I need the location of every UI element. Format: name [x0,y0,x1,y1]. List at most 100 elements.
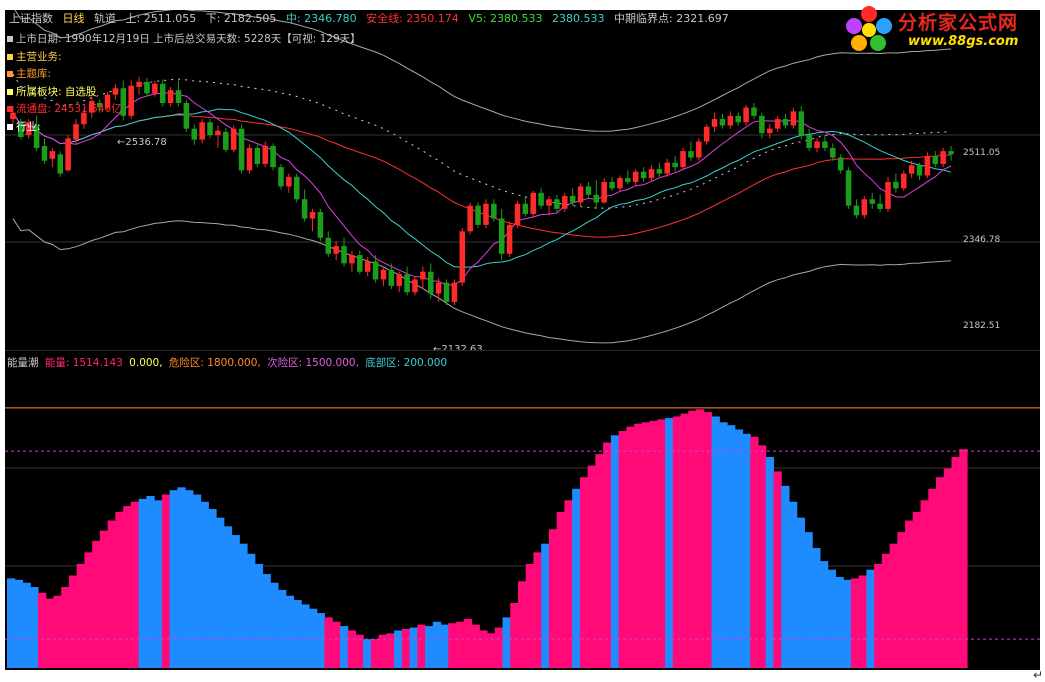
energy-bar [7,578,16,668]
candle-body [680,151,686,168]
energy-bar [943,468,953,668]
axis-value-label: 2346.78 [963,235,1000,245]
energy-bar [757,445,767,668]
energy-bar [301,604,310,668]
axis-value-label: 2182.51 [963,321,1000,331]
candle-body [357,255,363,272]
candle-body [672,162,678,168]
v5-value: V5: 2380.533 [468,12,543,25]
energy-bar [146,495,155,668]
danger-value: 危险区: 1800.000, [168,357,261,369]
energy-bar [185,490,194,668]
candle-body [293,176,300,200]
energy-bar [796,517,806,668]
energy-bar [819,561,829,668]
candle-body [341,246,347,264]
energy-bar [587,465,596,668]
energy-bar [68,575,78,668]
candle-body [112,88,119,95]
candle-body [940,151,946,164]
candle-body [301,199,308,219]
candle-body [632,171,639,182]
period-label[interactable]: 日线 [63,12,85,25]
candle-body [617,178,623,189]
energy-bar [897,532,906,668]
energy-bar [339,626,349,668]
energy-bar [115,511,124,668]
energy-bar [130,501,140,668]
candle-body [538,192,544,206]
candle-body [191,128,198,140]
energy-bar [355,634,364,668]
energy-bar [262,574,271,668]
energy-bar [37,592,47,668]
energy-bar [788,501,798,668]
energy-bar [432,621,442,668]
energy-bar [959,449,968,668]
energy-bar [247,553,256,668]
energy-indicator-name: 能量潮 [7,357,39,369]
energy-bar [881,553,891,668]
candle-body [183,103,190,129]
candle-body [766,128,773,134]
candle-body [806,135,812,148]
energy-bar [471,624,480,668]
candle-body [491,203,497,219]
candle-body [254,147,261,164]
energy-bar [874,563,883,668]
info-line-text: 所属板块: 自选股 [16,85,97,98]
candle-body [396,274,402,286]
candle-body [609,181,615,189]
lower-value: 下: 2182.505 [205,12,277,25]
energy-bar [363,639,372,668]
candle-body [278,167,284,187]
candle-body [167,90,174,104]
energy-bar [905,520,914,668]
candle-body [577,186,584,203]
energy-bar [394,630,403,668]
energy-bar [386,633,395,668]
return-mark-icon: ↵ [1032,668,1043,682]
candle-body [483,203,489,225]
candle-body [798,111,805,136]
candle-body [309,212,316,219]
candle-body [845,170,852,206]
energy-bar [417,624,426,668]
energy-bar [750,436,759,668]
high-annotation: ←2536.78 [117,137,167,148]
energy-bar [347,630,356,668]
candle-body [522,203,529,214]
bullet-square-icon [7,36,13,42]
energy-bar [22,582,31,668]
flower-logo-icon [846,6,892,51]
candle-body [152,83,158,94]
candle-body [286,176,292,187]
energy-bar [169,490,178,668]
candle-body [128,85,134,116]
candle-body [372,261,379,280]
candle-body [420,271,426,280]
energy-bar [30,587,39,668]
energy-bar [502,617,511,668]
candle-body [916,165,923,176]
candle-body [893,181,899,189]
info-line: 主营业务: [7,49,62,64]
energy-bar [216,517,225,668]
bullet-square-icon [7,123,13,130]
candle-body [459,231,466,283]
candle-body [159,83,166,104]
candle-body [751,107,757,116]
energy-bar [634,423,643,668]
energy-bar [192,494,202,668]
energy-bar [316,613,326,668]
energy-bar [773,471,782,668]
energy-bar [603,442,612,668]
candle-body [380,269,387,280]
candle-body [199,122,205,140]
candle-body [948,151,954,155]
energy-bar [285,595,295,668]
candle-body [404,274,410,293]
candle-body [719,119,726,126]
energy-bar [239,543,248,668]
candle-body [601,181,607,203]
